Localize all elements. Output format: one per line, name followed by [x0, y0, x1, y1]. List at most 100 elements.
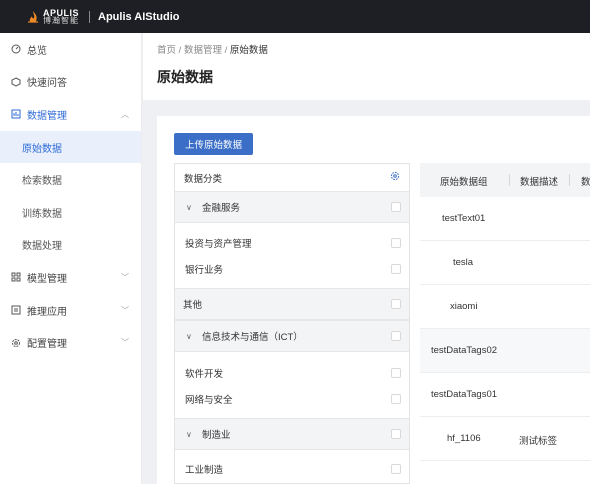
model-icon	[10, 272, 21, 283]
category-label: 金融服务	[202, 203, 241, 214]
sidebar-item-label: 推理应用	[27, 306, 67, 318]
chevron-down-icon[interactable]: ∨	[186, 332, 192, 341]
row-name: testText01	[442, 213, 486, 224]
sidebar-item-data-management[interactable]: 数据管理 ︿	[0, 98, 141, 131]
chat-icon	[10, 76, 21, 87]
category-checkbox[interactable]	[391, 299, 401, 309]
sidebar-item-label: 配置管理	[27, 339, 67, 351]
raw-data-table: 原始数据组 数据描述 数 testText01 tesla xiaomi tes…	[420, 163, 590, 484]
category-group-ict[interactable]: ∨ 信息技术与通信（ICT）	[175, 320, 409, 352]
category-checkbox[interactable]	[391, 368, 401, 378]
column-header[interactable]: 原始数据组	[440, 174, 488, 188]
dashboard-icon	[10, 44, 21, 55]
row-name: xiaomi	[450, 301, 478, 312]
category-header-label: 数据分类	[184, 173, 223, 185]
breadcrumb: 首页 / 数据管理 / 原始数据	[157, 42, 268, 56]
page-header: 首页 / 数据管理 / 原始数据 原始数据	[143, 33, 590, 100]
chevron-up-icon: ︿	[121, 109, 129, 119]
sidebar-item-label: 总览	[27, 45, 47, 57]
category-checkbox[interactable]	[391, 331, 401, 341]
upload-raw-data-button[interactable]: 上传原始数据	[174, 133, 253, 155]
category-label: 软件开发	[185, 369, 224, 380]
sidebar-item-label: 数据处理	[22, 241, 62, 253]
gear-icon[interactable]	[390, 171, 400, 184]
inference-icon	[10, 305, 21, 316]
row-name: hf_1106	[447, 433, 481, 444]
sidebar-item-label: 检索数据	[22, 176, 62, 188]
category-group-finance[interactable]: ∨ 金融服务	[175, 191, 409, 223]
category-checkbox[interactable]	[391, 264, 401, 274]
sidebar-item-label: 训练数据	[22, 208, 62, 220]
breadcrumb-home[interactable]: 首页	[157, 45, 176, 56]
category-checkbox[interactable]	[391, 429, 401, 439]
chevron-down-icon[interactable]: ∨	[186, 430, 192, 439]
chevron-down-icon[interactable]: ∨	[186, 203, 192, 212]
category-item-software[interactable]: 软件开发	[175, 360, 409, 386]
column-separator	[569, 174, 570, 186]
page-title: 原始数据	[157, 69, 213, 85]
sidebar-item-quick-qa[interactable]: 快速问答	[0, 66, 141, 99]
sidebar-item-model-management[interactable]: 模型管理 ﹀	[0, 261, 141, 294]
category-group-manufacturing[interactable]: ∨ 制造业	[175, 418, 409, 450]
category-checkbox[interactable]	[391, 238, 401, 248]
column-header[interactable]: 数	[581, 174, 590, 188]
table-row[interactable]: testText01	[420, 197, 590, 241]
category-checkbox[interactable]	[391, 394, 401, 404]
sidebar-item-search-data[interactable]: 检索数据	[0, 163, 141, 196]
sidebar-item-overview[interactable]: 总览	[0, 33, 141, 66]
category-panel: 数据分类 ∨ 金融服务 投资与资产管理 银行业务 其他 ∨ 信息技术与通信（IC…	[174, 163, 410, 484]
chevron-down-icon: ﹀	[121, 338, 129, 348]
topbar-divider	[89, 10, 91, 23]
category-group-other[interactable]: 其他	[175, 288, 409, 320]
column-header[interactable]: 数据描述	[520, 174, 558, 188]
sidebar-item-data-processing[interactable]: 数据处理	[0, 229, 141, 262]
sidebar-item-label: 数据管理	[27, 110, 67, 122]
chevron-down-icon: ﹀	[121, 305, 129, 315]
settings-icon	[10, 337, 21, 348]
row-name: tesla	[453, 257, 474, 268]
table-row[interactable]: tesla	[420, 241, 590, 285]
row-description: 测试标签	[519, 436, 558, 447]
category-label: 制造业	[202, 430, 231, 441]
table-row[interactable]: xiaomi	[420, 285, 590, 329]
content-card: 上传原始数据 数据分类 ∨ 金融服务 投资与资产管理 银行业务 其他 ∨ 信息技…	[157, 116, 590, 484]
category-item-banking[interactable]: 银行业务	[175, 256, 409, 282]
table-header: 原始数据组 数据描述 数	[420, 163, 590, 197]
sidebar-item-config[interactable]: 配置管理 ﹀	[0, 326, 141, 359]
data-icon	[10, 109, 21, 120]
row-name: testDataTags02	[431, 345, 498, 356]
category-checkbox[interactable]	[391, 202, 401, 212]
category-label: 银行业务	[185, 265, 224, 276]
category-label: 信息技术与通信（ICT）	[202, 332, 303, 343]
column-separator	[509, 174, 510, 186]
category-checkbox[interactable]	[391, 464, 401, 474]
brand-logo[interactable]: APULIS 博瀚智能	[26, 8, 79, 25]
category-label: 其他	[183, 300, 203, 311]
category-item-network[interactable]: 网络与安全	[175, 386, 409, 412]
chevron-down-icon: ﹀	[121, 272, 129, 282]
sidebar-item-inference[interactable]: 推理应用 ﹀	[0, 294, 141, 327]
category-header: 数据分类	[175, 164, 409, 191]
sidebar-item-training-data[interactable]: 训练数据	[0, 196, 141, 229]
breadcrumb-parent[interactable]: 数据管理	[184, 45, 222, 56]
table-row[interactable]: testDataTags02	[420, 329, 590, 373]
category-label: 工业制造	[185, 465, 224, 476]
logo-text-cn: 博瀚智能	[43, 15, 79, 25]
breadcrumb-separator: /	[224, 45, 228, 56]
breadcrumb-separator: /	[178, 45, 182, 56]
category-item-industrial[interactable]: 工业制造	[175, 456, 409, 482]
category-label: 网络与安全	[185, 395, 233, 406]
flame-logo-icon	[26, 10, 40, 24]
sidebar: 总览 快速问答 数据管理 ︿ 原始数据 检索数据 训练数据 数据处理 模型管理 …	[0, 33, 142, 484]
row-name: testDataTags01	[431, 389, 498, 400]
sidebar-item-label: 模型管理	[27, 273, 67, 285]
top-bar: APULIS 博瀚智能 Apulis AIStudio	[0, 0, 590, 33]
table-row[interactable]: hf_1106 测试标签	[420, 417, 590, 461]
breadcrumb-current: 原始数据	[229, 45, 268, 56]
category-item-investment[interactable]: 投资与资产管理	[175, 230, 409, 256]
sidebar-item-label: 快速问答	[27, 78, 67, 90]
sidebar-item-label: 原始数据	[22, 143, 62, 155]
table-row[interactable]: testDataTags01	[420, 373, 590, 417]
app-title: Apulis AIStudio	[98, 10, 180, 23]
sidebar-item-raw-data[interactable]: 原始数据	[0, 130, 141, 164]
